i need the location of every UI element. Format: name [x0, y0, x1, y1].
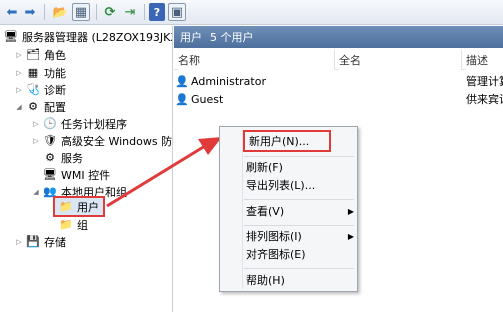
menu-item-refresh[interactable]: 刷新(F): [246, 158, 283, 176]
menu-item-label: 新用户(N)...: [249, 135, 310, 148]
menu-item-export-list[interactable]: 导出列表(L)...: [246, 176, 315, 194]
menu-separator: [244, 199, 354, 200]
menu-item-arrange-icons[interactable]: 排列图标(I) ▶: [246, 227, 354, 245]
submenu-arrow-icon: ▶: [347, 231, 354, 241]
menu-item-view[interactable]: 查看(V) ▶: [246, 202, 354, 220]
menu-item-help[interactable]: 帮助(H): [246, 271, 285, 289]
annotation-arrow-line: [106, 144, 206, 208]
menu-item-line-up-icons[interactable]: 对齐图标(E): [246, 245, 306, 263]
menu-item-label: 查看(V): [246, 205, 285, 218]
menu-separator: [244, 156, 354, 157]
submenu-arrow-icon: ▶: [347, 206, 354, 216]
menu-item-label: 帮助(H): [246, 274, 285, 287]
menu-item-label: 刷新(F): [246, 161, 283, 174]
menu-item-label: 导出列表(L)...: [246, 179, 316, 192]
context-menu: 新用户(N)... 刷新(F) 导出列表(L)... 查看(V) ▶ 排列图标(…: [219, 126, 358, 292]
menu-separator: [244, 268, 354, 269]
menu-item-new-user[interactable]: 新用户(N)...: [243, 130, 331, 152]
menu-item-label: 对齐图标(E): [246, 248, 306, 261]
menu-gutter: [242, 129, 243, 289]
menu-item-label: 排列图标(I): [246, 230, 302, 243]
menu-separator: [244, 225, 354, 226]
